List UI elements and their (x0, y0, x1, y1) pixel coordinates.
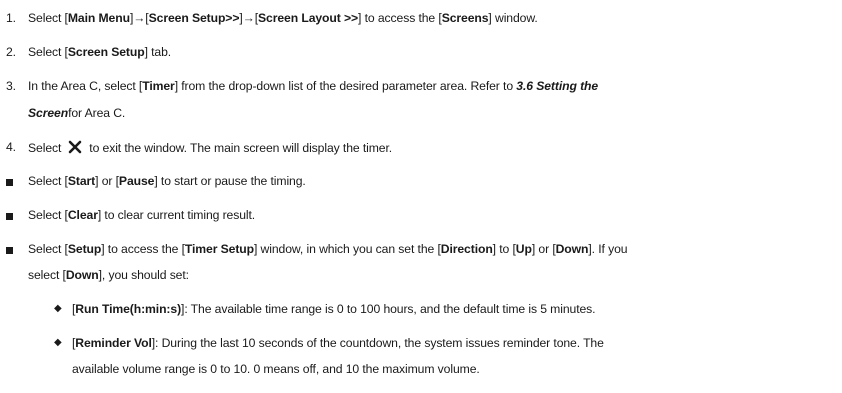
bullet-setup-cont: select [Down], you should set: (28, 268, 189, 282)
step-number: 4. (6, 140, 16, 154)
subbullet-run-time: [Run Time(h:min:s)]: The available time … (72, 302, 596, 316)
step-number: 1. (6, 11, 16, 25)
manual-page: 1. Select [Main Menu]→[Screen Setup>>]→[… (0, 0, 842, 393)
close-icon (68, 140, 82, 154)
step-4-text: Select to exit the window. The main scree… (28, 140, 393, 155)
bullet-clear: Select [Clear] to clear current timing r… (28, 208, 256, 222)
subbullet-reminder-vol: [Reminder Vol]: During the last 10 secon… (72, 336, 604, 350)
bullet-start-pause: Select [Start] or [Pause] to start or pa… (28, 174, 306, 188)
bullet-setup: Select [Setup] to access the [Timer Setu… (28, 242, 628, 256)
bullet-marker (6, 213, 13, 220)
step-3-text: In the Area C, select [Timer] from the d… (28, 79, 599, 93)
step-3-text-cont: Screenfor Area C. (28, 106, 126, 120)
step-2-text: Select [Screen Setup] tab. (28, 45, 172, 59)
diamond-bullet: ◆ (54, 337, 62, 348)
section-reference: Screen (28, 106, 69, 120)
step-1-text: Select [Main Menu]→[Screen Setup>>]→[Scr… (28, 11, 538, 25)
bullet-marker (6, 179, 13, 186)
step-number: 2. (6, 45, 16, 59)
diamond-bullet: ◆ (54, 303, 62, 314)
subbullet-reminder-vol-cont: available volume range is 0 to 10. 0 mea… (72, 362, 480, 376)
section-reference: 3.6 Setting the (516, 79, 599, 93)
step-number: 3. (6, 79, 16, 93)
bullet-marker (6, 247, 13, 254)
